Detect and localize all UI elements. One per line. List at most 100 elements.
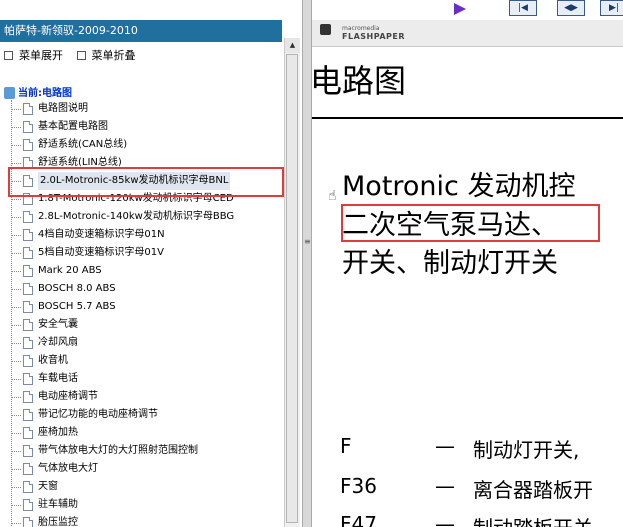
tree-item[interactable]: BOSCH 5.7 ABS bbox=[11, 298, 281, 316]
document-icon bbox=[23, 121, 33, 133]
tree-item[interactable]: 5档自动变速箱标识字母01V bbox=[11, 244, 281, 262]
tree-branch-line bbox=[11, 469, 21, 470]
tree-item[interactable]: 2.8L-Motronic-140kw发动机标识字母BBG bbox=[11, 208, 281, 226]
tree-branch-line bbox=[11, 505, 21, 506]
document-icon bbox=[23, 211, 33, 223]
tree-branch-line bbox=[11, 145, 21, 146]
panel-title: 帕萨特-新领驭-2009-2010 bbox=[0, 20, 282, 42]
tree-branch-line bbox=[11, 109, 21, 110]
play-icon[interactable] bbox=[454, 3, 466, 15]
document-icon bbox=[23, 319, 33, 331]
tree-item-label: 带记忆功能的电动座椅调节 bbox=[38, 409, 158, 420]
scroll-up-arrow-icon[interactable]: ▲ bbox=[285, 38, 300, 53]
folder-icon bbox=[4, 87, 15, 99]
tree-item[interactable]: 基本配置电路图 bbox=[11, 118, 281, 136]
pane-splitter[interactable]: ≡ bbox=[302, 0, 312, 527]
document-icon bbox=[23, 229, 33, 241]
page-heading: 电路图 bbox=[312, 62, 407, 100]
tree-branch-line bbox=[11, 127, 21, 128]
doc-line-3: 开关、制动灯开关 bbox=[342, 248, 558, 279]
tree-item-label: 车载电话 bbox=[38, 373, 78, 384]
tree-item[interactable]: 电动座椅调节 bbox=[11, 388, 281, 406]
document-icon bbox=[23, 445, 33, 457]
doc-line-1: Motronic 发动机控 bbox=[342, 171, 576, 202]
document-icon bbox=[23, 463, 33, 475]
legend-dash: — bbox=[435, 434, 455, 458]
legend-row: F36 — 离合器踏板开 bbox=[340, 474, 593, 502]
tree-item-label: 5档自动变速箱标识字母01V bbox=[38, 247, 164, 258]
tree-branch-line bbox=[11, 217, 21, 218]
tree-item[interactable]: 座椅加热 bbox=[11, 424, 281, 442]
tree-item[interactable]: 胎压监控 bbox=[11, 514, 281, 527]
tree-item[interactable]: 舒适系统(CAN总线) bbox=[11, 136, 281, 154]
collapse-all-button[interactable]: 菜单折叠 bbox=[76, 47, 136, 63]
tree-item-label: 胎压监控 bbox=[38, 517, 78, 527]
tree-item[interactable]: 车载电话 bbox=[11, 370, 281, 388]
doc-highlight-box bbox=[341, 204, 600, 242]
tree-item-label: 安全气囊 bbox=[38, 319, 78, 330]
tree-item[interactable]: BOSCH 8.0 ABS bbox=[11, 280, 281, 298]
tree-item-label: 基本配置电路图 bbox=[38, 121, 108, 132]
tree-item-label: 驻车辅助 bbox=[38, 499, 78, 510]
legend-description: 制动灯开关, bbox=[473, 438, 580, 462]
first-page-button[interactable]: |◀ bbox=[509, 0, 537, 16]
tree-item[interactable]: 电路图说明 bbox=[11, 100, 281, 118]
tree-item[interactable]: 天窗 bbox=[11, 478, 281, 496]
legend-description: 制动踏板开关 bbox=[473, 512, 593, 527]
tree-item[interactable]: 收音机 bbox=[11, 352, 281, 370]
tree-branch-line bbox=[11, 325, 21, 326]
legend-code: F bbox=[340, 434, 352, 458]
legend-code: F36 bbox=[340, 474, 377, 498]
document-icon bbox=[23, 337, 33, 349]
tree-item-label: 收音机 bbox=[38, 355, 68, 366]
grip-icon: ≡ bbox=[304, 237, 311, 246]
tree-item[interactable]: 带气体放电大灯的大灯照射范围控制 bbox=[11, 442, 281, 460]
flashpaper-bar: macromedia FLASHPAPER bbox=[312, 20, 623, 47]
flashpaper-logo-icon bbox=[320, 24, 331, 35]
tree-item[interactable]: 4档自动变速箱标识字母01N bbox=[11, 226, 281, 244]
tree-item-label: BOSCH 5.7 ABS bbox=[38, 301, 116, 312]
legend-dash: — bbox=[435, 512, 455, 527]
next-page-button[interactable]: ▶| bbox=[600, 0, 623, 16]
flashpaper-logo: macromedia FLASHPAPER bbox=[320, 24, 405, 41]
tree-branch-line bbox=[11, 235, 21, 236]
legend-row: F47 — 制动踏板开关 bbox=[340, 512, 593, 527]
document-icon bbox=[23, 427, 33, 439]
top-strip bbox=[0, 0, 302, 20]
tree-item-label: Mark 20 ABS bbox=[38, 265, 102, 276]
document-icon bbox=[23, 409, 33, 421]
tree-item-label: 座椅加热 bbox=[38, 427, 78, 438]
legend-dash: — bbox=[435, 474, 455, 498]
tree-item-label: 气体放电大灯 bbox=[38, 463, 98, 474]
prev-page-button[interactable]: ◀▶ bbox=[557, 0, 585, 16]
tree-branch-line bbox=[11, 199, 21, 200]
document-viewer: |◀ ◀▶ ▶| macromedia FLASHPAPER 电路图 ☝ Mot… bbox=[312, 0, 623, 527]
document-icon bbox=[23, 247, 33, 259]
legend-row: F — 制动灯开关, bbox=[340, 434, 579, 462]
tree-branch-line bbox=[11, 307, 21, 308]
scroll-thumb[interactable] bbox=[286, 54, 298, 523]
tree-item[interactable]: 驻车辅助 bbox=[11, 496, 281, 514]
tree-branch-line bbox=[11, 271, 21, 272]
heading-rule bbox=[312, 117, 623, 119]
tree-item[interactable]: 冷却风扇 bbox=[11, 334, 281, 352]
tree-branch-line bbox=[11, 289, 21, 290]
tree-item[interactable]: 安全气囊 bbox=[11, 316, 281, 334]
tree-item[interactable]: 气体放电大灯 bbox=[11, 460, 281, 478]
document-icon bbox=[23, 301, 33, 313]
legend-description: 离合器踏板开 bbox=[473, 478, 593, 502]
tree-root[interactable]: 当前:电路图 bbox=[4, 84, 72, 100]
expand-all-button[interactable]: 菜单展开 bbox=[4, 47, 63, 63]
tree-branch-line bbox=[11, 379, 21, 380]
tree-branch-line bbox=[11, 343, 21, 344]
document-icon bbox=[23, 481, 33, 493]
tree-branch-line bbox=[11, 433, 21, 434]
tree-item[interactable]: 带记忆功能的电动座椅调节 bbox=[11, 406, 281, 424]
tree-item-label: 2.8L-Motronic-140kw发动机标识字母BBG bbox=[38, 211, 235, 222]
tree-item[interactable]: Mark 20 ABS bbox=[11, 262, 281, 280]
vertical-scrollbar[interactable]: ▲ bbox=[284, 38, 300, 527]
document-icon bbox=[23, 391, 33, 403]
tree-item-label: 天窗 bbox=[38, 481, 58, 492]
document-icon bbox=[23, 265, 33, 277]
tree-item-label: 电路图说明 bbox=[38, 103, 88, 114]
